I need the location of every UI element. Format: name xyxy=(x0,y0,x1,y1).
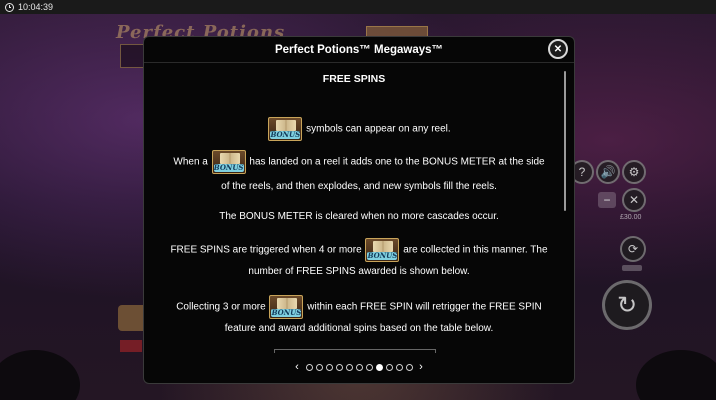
section-title: FREE SPINS xyxy=(322,73,386,85)
bonus-book-icon: BONUS xyxy=(269,295,304,319)
sound-button[interactable]: 🔊 xyxy=(596,160,620,184)
status-bar: 10:04:39 xyxy=(0,0,716,14)
bonus-book-icon: BONUS xyxy=(211,150,246,174)
text-line: FREE SPINS are triggered when 4 or more … xyxy=(154,238,564,262)
close-button[interactable]: ✕ xyxy=(548,39,568,59)
settings-button[interactable]: ⚙ xyxy=(622,160,646,184)
paytable-modal: Perfect Potions™ Megaways™ ✕ FREE SPINS … xyxy=(143,36,575,384)
page-dot[interactable] xyxy=(345,363,353,371)
modal-body: FREE SPINS BONUS symbols can appear on a… xyxy=(144,63,564,353)
page-dot[interactable] xyxy=(405,363,413,371)
spin-button[interactable]: ↻ xyxy=(602,280,652,330)
text-line: The BONUS METER is cleared when no more … xyxy=(219,211,499,222)
autoplay-indicator xyxy=(622,265,642,271)
page-dot[interactable] xyxy=(365,363,373,371)
page-dot[interactable] xyxy=(305,363,313,371)
bet-close-button[interactable]: ✕ xyxy=(622,188,646,212)
page-dot[interactable] xyxy=(325,363,333,371)
bet-value: £30.00 xyxy=(620,214,642,221)
page-dot[interactable] xyxy=(375,363,383,371)
bet-minus-button[interactable]: − xyxy=(598,192,616,208)
autoplay-button[interactable]: ⟳ xyxy=(620,236,646,262)
text-line: number of FREE SPINS awarded is shown be… xyxy=(248,266,470,277)
clock-time: 10:04:39 xyxy=(18,2,54,12)
page-dot[interactable] xyxy=(355,363,363,371)
table-top-edge xyxy=(274,349,436,353)
page-dot[interactable] xyxy=(395,363,403,371)
red-indicator xyxy=(120,340,142,352)
close-icon: ✕ xyxy=(553,43,563,55)
chevron-right-icon[interactable]: › xyxy=(415,361,427,373)
text-line: feature and award additional spins based… xyxy=(224,323,494,334)
bonus-book-icon: BONUS xyxy=(268,117,303,141)
clock-icon xyxy=(5,2,14,12)
modal-header: Perfect Potions™ Megaways™ xyxy=(144,37,574,63)
page-dots xyxy=(305,363,413,371)
text-line: BONUS symbols can appear on any reel. xyxy=(154,117,564,141)
pagination: ‹ › xyxy=(144,361,574,373)
page-dot[interactable] xyxy=(385,363,393,371)
scrollbar[interactable] xyxy=(564,71,566,211)
page-dot[interactable] xyxy=(315,363,323,371)
modal-title: Perfect Potions™ Megaways™ xyxy=(274,43,444,56)
bonus-book-icon: BONUS xyxy=(365,238,400,262)
chevron-left-icon[interactable]: ‹ xyxy=(291,361,303,373)
page-dot[interactable] xyxy=(335,363,343,371)
text-line: of the reels, and then explodes, and new… xyxy=(221,181,497,192)
text-line: Collecting 3 or more BONUS within each F… xyxy=(154,295,564,319)
text-line: When a BONUS has landed on a reel it add… xyxy=(154,150,564,174)
